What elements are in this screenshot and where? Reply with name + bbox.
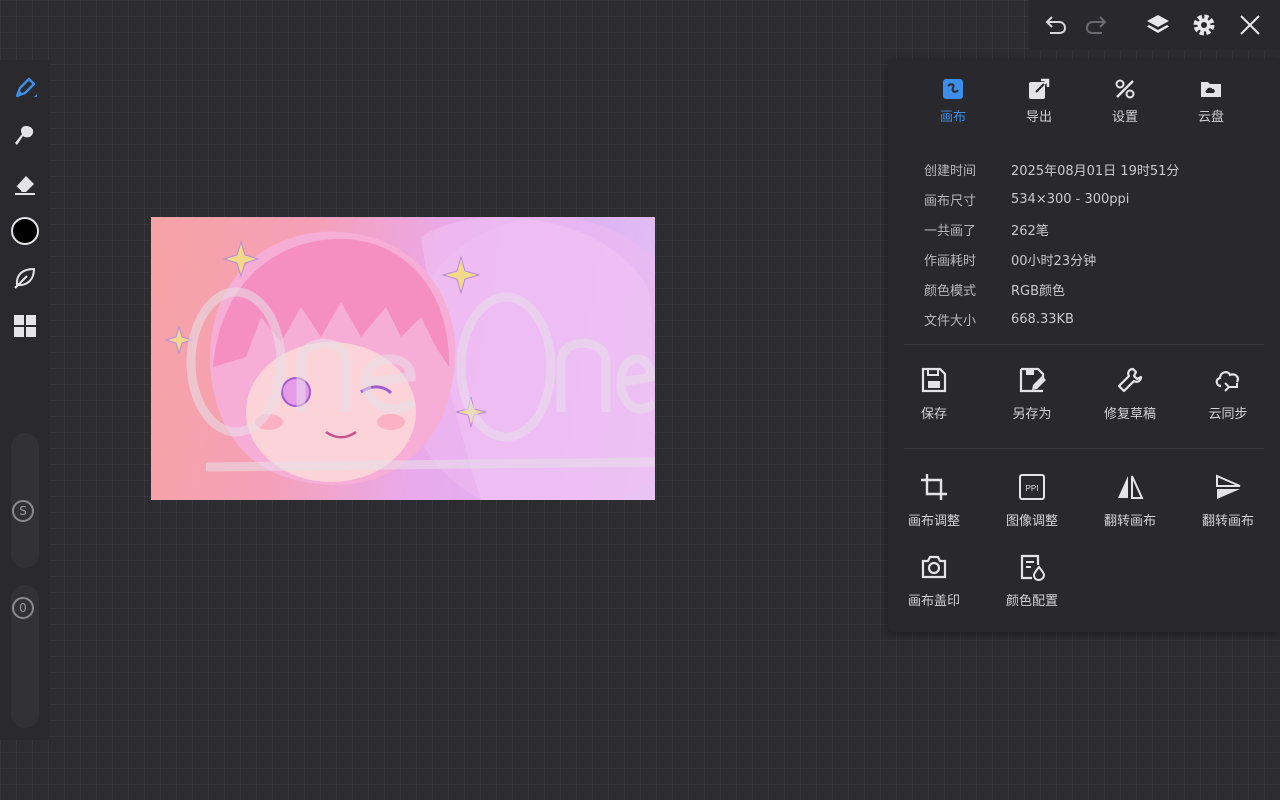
color-config-icon <box>1017 552 1047 582</box>
info-row-created: 创建时间 2025年08月01日 19时51分 <box>924 154 1264 184</box>
flip-canvas-horizontal-label: 翻转画布 <box>1103 514 1156 529</box>
flip-vertical-icon <box>1213 472 1243 502</box>
cloud-sync-label: 云同步 <box>1208 407 1248 422</box>
info-row-strokes: 一共画了 262笔 <box>924 214 1264 244</box>
repair-draft-button[interactable]: 修复草稿 <box>1084 365 1176 422</box>
canvas-icon <box>942 78 964 100</box>
info-value: 668.33KB <box>1011 311 1074 327</box>
divider <box>904 448 1264 449</box>
image-adjust-label: 图像调整 <box>1005 514 1058 529</box>
smudge-icon[interactable] <box>9 120 41 152</box>
cloud-folder-icon <box>1200 78 1222 100</box>
color-config-button[interactable]: 颜色配置 <box>986 552 1078 609</box>
repair-draft-label: 修复草稿 <box>1103 407 1156 422</box>
canvas-artwork[interactable] <box>151 217 655 500</box>
save-as-label: 另存为 <box>1012 407 1052 422</box>
artwork-image <box>164 217 655 500</box>
svg-text:PPI: PPI <box>1026 484 1039 493</box>
image-adjust-button[interactable]: PPI 图像调整 <box>986 472 1078 529</box>
eraser-icon[interactable] <box>9 168 41 200</box>
canvas-stamp-button[interactable]: 画布盖印 <box>888 552 980 609</box>
info-value: 00小时23分钟 <box>1011 253 1097 269</box>
tab-canvas[interactable]: 画布 <box>923 78 983 125</box>
cloud-sync-icon <box>1213 365 1243 395</box>
info-value: 2025年08月01日 19时51分 <box>1011 163 1180 179</box>
grid-icon[interactable] <box>9 310 41 342</box>
layers-icon[interactable] <box>1144 11 1172 39</box>
info-key: 文件大小 <box>924 313 977 329</box>
info-row-size: 画布尺寸 534×300 - 300ppi <box>924 184 1264 214</box>
tools-icon <box>1114 78 1136 100</box>
brush-size-knob[interactable]: S <box>12 500 34 522</box>
tab-export-label: 导出 <box>1025 110 1052 125</box>
tab-canvas-label: 画布 <box>939 110 966 125</box>
flip-canvas-horizontal-button[interactable]: 翻转画布 <box>1084 472 1176 529</box>
brush-icon[interactable] <box>9 72 41 104</box>
info-row-duration: 作画耗时 00小时23分钟 <box>924 244 1264 274</box>
tab-settings[interactable]: 设置 <box>1095 78 1155 125</box>
info-key: 创建时间 <box>924 163 977 179</box>
color-swatch[interactable] <box>9 215 41 247</box>
tab-cloud[interactable]: 云盘 <box>1181 78 1241 125</box>
canvas-stamp-label: 画布盖印 <box>907 594 960 609</box>
info-row-file-size: 文件大小 668.33KB <box>924 304 1264 334</box>
info-row-color-mode: 颜色模式 RGB颜色 <box>924 274 1264 304</box>
export-icon <box>1028 78 1050 100</box>
canvas-info: 创建时间 2025年08月01日 19时51分 画布尺寸 534×300 - 300… <box>924 154 1264 334</box>
canvas-panel: 画布 导出 设置 云盘 创建时间 2025年08月01日 19时51分 画布尺寸 5… <box>888 60 1280 632</box>
info-value: 534×300 - 300ppi <box>1011 191 1130 207</box>
save-button[interactable]: 保存 <box>888 365 980 422</box>
top-bar <box>1028 0 1280 50</box>
save-icon <box>919 365 949 395</box>
redo-icon[interactable] <box>1082 11 1110 39</box>
divider <box>904 344 1264 345</box>
left-toolbar: S 0 <box>0 60 50 740</box>
close-icon[interactable] <box>1236 11 1264 39</box>
cloud-sync-button[interactable]: 云同步 <box>1182 365 1274 422</box>
gear-icon[interactable] <box>1190 11 1218 39</box>
info-key: 作画耗时 <box>924 253 977 269</box>
save-as-button[interactable]: 另存为 <box>986 365 1078 422</box>
ppi-icon: PPI <box>1017 472 1047 502</box>
leaf-icon[interactable] <box>9 262 41 294</box>
undo-icon[interactable] <box>1042 11 1070 39</box>
canvas-adjust-label: 画布调整 <box>907 514 960 529</box>
tab-settings-label: 设置 <box>1111 110 1138 125</box>
camera-icon <box>919 552 949 582</box>
info-key: 一共画了 <box>924 223 977 239</box>
flip-canvas-vertical-label: 翻转画布 <box>1201 514 1254 529</box>
flip-canvas-vertical-button[interactable]: 翻转画布 <box>1182 472 1274 529</box>
crop-icon <box>919 472 949 502</box>
info-key: 画布尺寸 <box>924 193 977 209</box>
info-value: RGB颜色 <box>1011 283 1066 299</box>
tab-cloud-label: 云盘 <box>1197 110 1224 125</box>
wrench-icon <box>1115 365 1145 395</box>
color-config-label: 颜色配置 <box>1005 594 1058 609</box>
info-value: 262笔 <box>1011 223 1049 239</box>
save-as-icon <box>1017 365 1047 395</box>
opacity-knob[interactable]: 0 <box>12 597 34 619</box>
save-label: 保存 <box>920 407 947 422</box>
info-key: 颜色模式 <box>924 283 977 299</box>
tab-export[interactable]: 导出 <box>1009 78 1069 125</box>
flip-horizontal-icon <box>1115 472 1145 502</box>
canvas-adjust-button[interactable]: 画布调整 <box>888 472 980 529</box>
